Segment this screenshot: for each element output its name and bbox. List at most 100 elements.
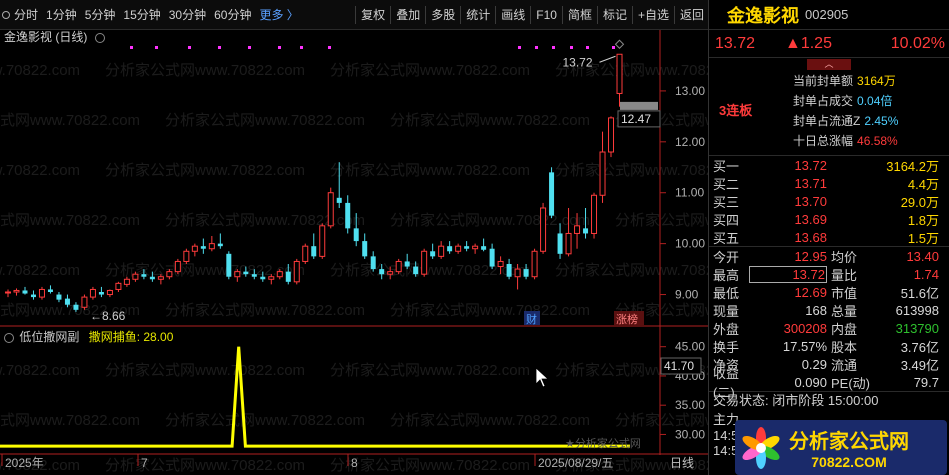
order-book-row[interactable]: 买二 13.71 4.4万 xyxy=(709,174,949,192)
stat-value: 13.72 xyxy=(749,265,827,283)
limit-row: 当前封单额 3164万 xyxy=(793,72,896,89)
stat-label: 股本 xyxy=(831,339,858,355)
f10-button[interactable]: F10 xyxy=(532,3,561,27)
tab-1min[interactable]: 1分钟 xyxy=(42,3,81,27)
stat-label: 量比 xyxy=(831,267,858,283)
stock-code: 002905 xyxy=(805,7,849,22)
stat-value: 17.57% xyxy=(782,338,827,354)
price-axis-label: 11.00 xyxy=(675,186,704,200)
statistics-button[interactable]: 统计 xyxy=(462,3,494,27)
candle-body xyxy=(98,292,104,295)
watermark-text: 分析家公式网www.70822.com xyxy=(330,457,530,474)
collapse-chevron-icon[interactable]: ︿ xyxy=(807,58,851,70)
stock-name: 金逸影视 xyxy=(727,5,799,26)
candle-body xyxy=(251,274,257,277)
bid-price: 13.70 xyxy=(794,193,827,209)
watermark-text: 分析家公式网www.70822.com xyxy=(105,62,305,79)
bid-price: 13.68 xyxy=(794,229,827,245)
simple-frame-button[interactable]: 简框 xyxy=(564,3,596,27)
candle-body xyxy=(574,225,581,234)
stat-label: 今开 xyxy=(713,249,740,265)
candle-body xyxy=(489,248,495,267)
order-book: 买一 13.72 3164.2万 买二 13.71 4.4万 买三 13.70 29.0万 … xyxy=(709,156,949,247)
candle-body xyxy=(106,289,113,296)
candle-body xyxy=(285,271,291,282)
stat-value: 13.40 xyxy=(906,248,939,264)
signal-dot xyxy=(248,46,251,49)
candle-body xyxy=(89,288,96,298)
tab-15min[interactable]: 15分钟 xyxy=(119,3,164,27)
candle-body xyxy=(319,225,326,257)
add-watchlist-button[interactable]: +自选 xyxy=(634,3,673,27)
divider xyxy=(530,5,532,24)
candle-body xyxy=(191,245,198,252)
multi-stock-button[interactable]: 多股 xyxy=(427,3,459,27)
period-toolbar: 分时 1分钟 5分钟 15分钟 30分钟 60分钟 更多 〉 复权 叠加 多股 … xyxy=(0,0,708,30)
indicator-name: 低位撒网副 xyxy=(19,330,80,344)
candle-body xyxy=(293,260,300,283)
overlay-button[interactable]: 叠加 xyxy=(392,3,424,27)
candle-body xyxy=(353,228,359,242)
stat-value: 3.76亿 xyxy=(900,339,939,355)
watermark-text: 分析家公式网www.70822.com xyxy=(165,302,365,319)
tab-30min[interactable]: 30分钟 xyxy=(165,3,210,27)
limit-streak-tag: 3连板 xyxy=(719,103,753,118)
draw-line-button[interactable]: 画线 xyxy=(497,3,529,27)
order-book-row[interactable]: 买一 13.72 3164.2万 xyxy=(709,156,949,174)
stat-label: 外盘 xyxy=(713,321,740,337)
candlestick-chart[interactable]: 分析家公式网www.70822.com 分析家公式网www.70822.com 分析… xyxy=(0,30,708,475)
mark-button[interactable]: 标记 xyxy=(599,3,631,27)
tab-5min[interactable]: 5分钟 xyxy=(81,3,120,27)
back-button[interactable]: 返回 xyxy=(676,3,708,27)
bid-price: 13.71 xyxy=(794,175,827,191)
restore-rights-button[interactable]: 复权 xyxy=(357,3,389,27)
limit-row-label: 当前封单额 xyxy=(793,74,854,88)
radio-icon[interactable] xyxy=(2,10,10,19)
quote-panel: 金逸影视 002905 13.72 ▲1.25 10.02% ︿ 3连板 当前封… xyxy=(708,0,949,475)
indicator-circle-icon[interactable] xyxy=(4,332,14,343)
limit-row: 十日总涨幅 46.58% xyxy=(793,132,898,149)
stats-row: 最低 12.69 市值 51.6亿 xyxy=(709,283,949,301)
signal-dot xyxy=(518,46,521,49)
candle-body xyxy=(200,246,206,249)
watermark-text: 分析家公式网www.70822.com xyxy=(105,162,305,179)
signal-dot xyxy=(155,46,158,49)
tab-intraday[interactable]: 分时 xyxy=(10,3,42,27)
price-change: ▲1.25 xyxy=(785,34,832,52)
stock-header: 金逸影视 002905 xyxy=(709,0,949,30)
order-book-row[interactable]: 买三 13.70 29.0万 xyxy=(709,192,949,210)
stat-value: 12.95 xyxy=(794,248,827,264)
candle-body xyxy=(174,260,181,273)
logo-title: 分析家公式网 xyxy=(789,429,909,453)
candle-body xyxy=(166,271,173,278)
stat-value: 12.69 xyxy=(794,284,827,300)
candle-body xyxy=(506,264,512,277)
candle-body xyxy=(464,246,470,249)
settings-circle-icon[interactable] xyxy=(94,32,105,43)
candle-body xyxy=(234,271,241,278)
candle-body xyxy=(362,241,368,257)
candle-body xyxy=(438,245,445,257)
indicator-cursor-value: 41.70 xyxy=(664,359,694,373)
candle-body xyxy=(38,288,45,298)
watermark-text: 分析家公式网www.70822.com xyxy=(0,162,80,179)
price-axis-label: 9.00 xyxy=(675,288,699,302)
stat-value: 1.74 xyxy=(913,266,939,282)
diamond-icon xyxy=(614,39,625,49)
candle-body xyxy=(481,246,487,250)
stat-label: 现量 xyxy=(713,303,740,319)
order-book-row[interactable]: 买四 13.69 1.8万 xyxy=(709,210,949,228)
divider xyxy=(460,5,462,24)
tab-60min[interactable]: 60分钟 xyxy=(210,3,255,27)
stat-label: 总量 xyxy=(831,303,858,319)
watermark-text: 分析家公式网www.70822.com xyxy=(390,112,590,129)
chart-area[interactable]: 分析家公式网www.70822.com 分析家公式网www.70822.com 分析… xyxy=(0,30,708,475)
finance-marker: 财 xyxy=(526,312,537,326)
candle-body xyxy=(599,151,606,196)
watermark-text: 分析家公式网www.70822.com xyxy=(105,457,305,474)
indicator-title: 低位撒网副 撒网捕鱼: 28.00 xyxy=(4,328,173,345)
candle-body xyxy=(557,233,563,254)
signal-dot xyxy=(535,46,538,49)
tab-more[interactable]: 更多 〉 xyxy=(255,3,302,27)
order-book-row[interactable]: 买五 13.68 1.5万 xyxy=(709,228,949,246)
